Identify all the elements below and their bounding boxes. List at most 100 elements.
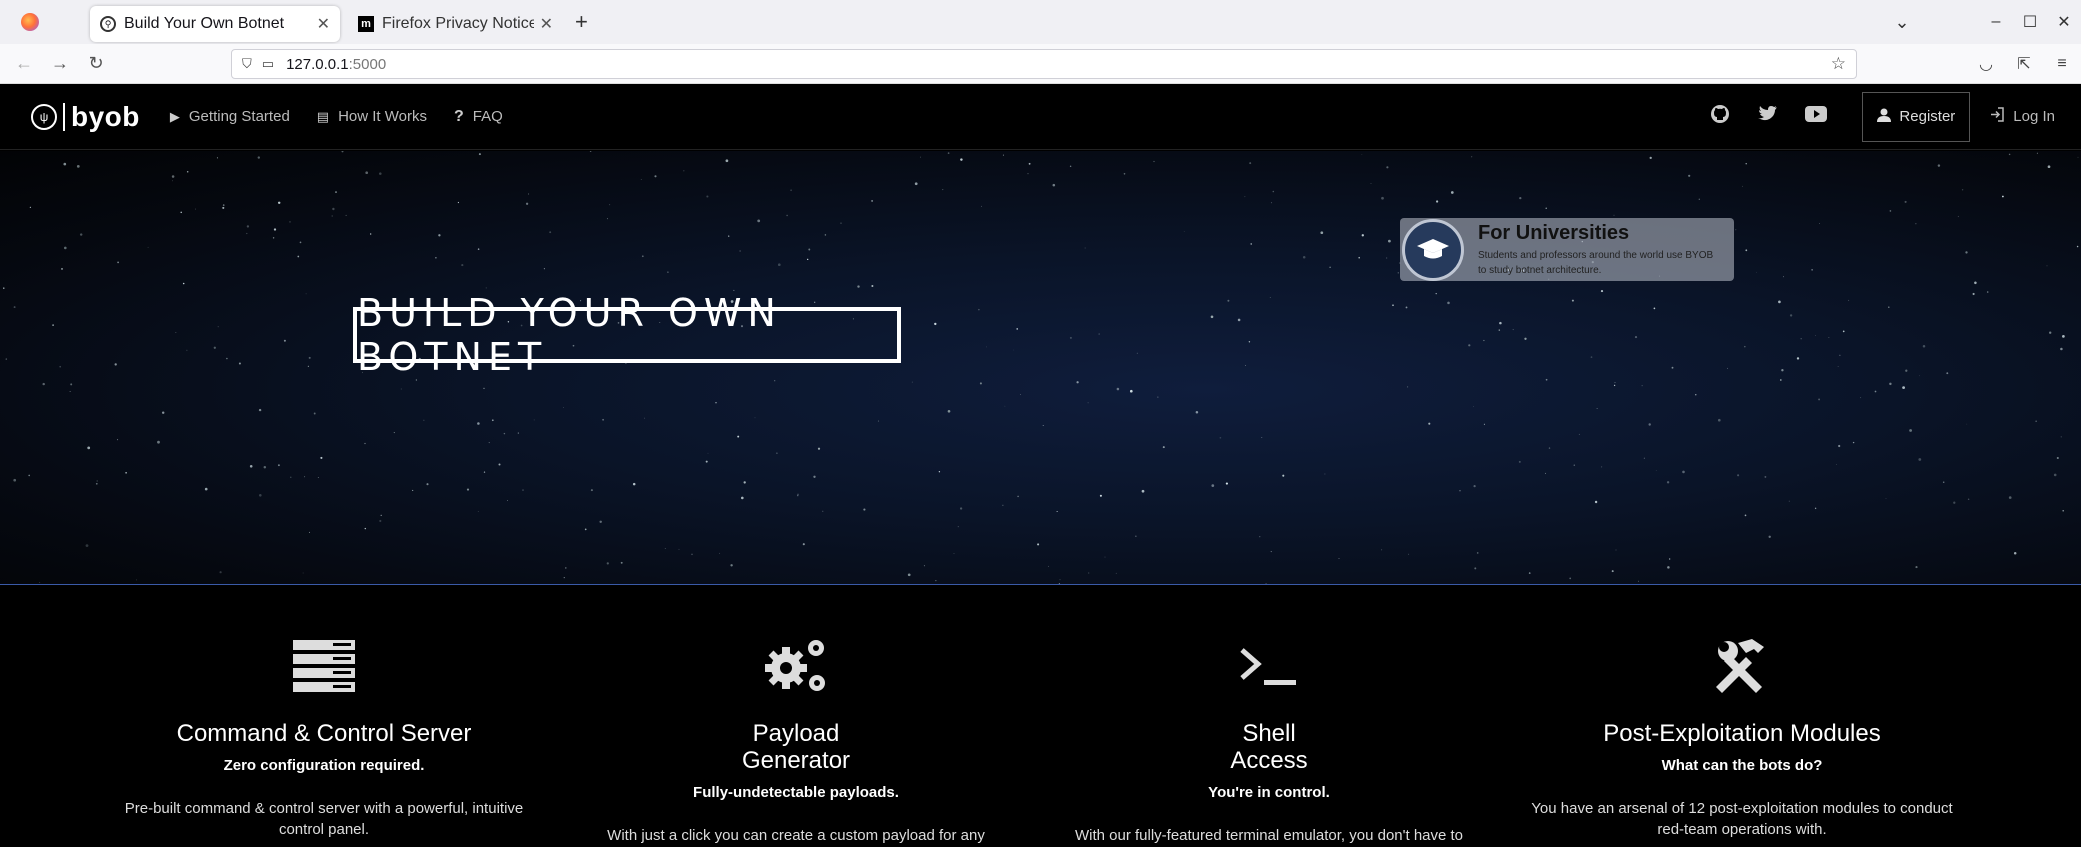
star [289, 221, 291, 223]
star [1004, 405, 1006, 407]
star [52, 324, 54, 326]
extensions-icon[interactable]: ⇱ [2005, 54, 2043, 74]
star [1615, 549, 1617, 551]
user-icon [1877, 108, 1892, 126]
menu-item-getting-started[interactable]: ▶ Getting Started [170, 108, 290, 126]
star [503, 432, 506, 435]
list-all-tabs-icon[interactable]: ⌄ [1885, 12, 1919, 33]
star [1042, 425, 1044, 427]
terminal-icon [1039, 626, 1499, 706]
star [1764, 475, 1767, 478]
star [1002, 154, 1004, 156]
star [477, 422, 480, 425]
menu-item-faq[interactable]: ? FAQ [454, 108, 503, 126]
star [1918, 375, 1920, 377]
tab-firefox-privacy-notice[interactable]: m Firefox Privacy Notice — ✕ [348, 6, 563, 42]
star [1837, 366, 1839, 367]
page-info-icon[interactable]: ▭ [262, 56, 274, 72]
close-tab-icon[interactable]: ✕ [540, 14, 553, 34]
feature-shell-access: Shell Access You're in control. With our… [1039, 586, 1499, 846]
back-icon[interactable]: ← [6, 53, 42, 74]
star [786, 214, 788, 217]
hero-title: BUILD YOUR OWN BOTNET [353, 291, 901, 379]
star [1695, 394, 1697, 396]
feature-description: Pre-built command & control server with … [124, 800, 524, 838]
star [1744, 345, 1746, 348]
star [345, 214, 347, 216]
window-close-icon[interactable]: ✕ [2047, 12, 2081, 32]
star [1141, 489, 1145, 493]
star [1056, 511, 1058, 512]
star [620, 561, 623, 564]
tab-build-your-own-botnet[interactable]: ⚲ Build Your Own Botnet ✕ [90, 6, 340, 42]
star [1069, 336, 1072, 339]
star [426, 483, 429, 486]
feature-title: Payload Generator [566, 720, 1026, 774]
feature-description: With just a click you can create a custo… [607, 827, 985, 844]
youtube-icon[interactable] [1792, 106, 1840, 127]
feature-subtitle: Fully-undetectable payloads. [693, 784, 899, 801]
star [1013, 349, 1015, 351]
star [525, 202, 529, 205]
star [1237, 318, 1241, 322]
star [739, 250, 741, 252]
shield-icon[interactable]: ⛉ [242, 56, 252, 72]
star [641, 255, 644, 258]
url-bar[interactable]: ⛉ ▭ 127.0.0.1 :5000 ☆ [231, 49, 1857, 79]
close-tab-icon[interactable]: ✕ [317, 14, 330, 34]
star [1569, 577, 1572, 580]
star [1909, 429, 1912, 432]
star [565, 567, 567, 569]
pocket-icon[interactable]: ◡ [1967, 54, 2005, 74]
star [1727, 367, 1729, 369]
star [466, 488, 470, 491]
menu-icon[interactable]: ≡ [2043, 55, 2081, 73]
firefox-view-button[interactable] [0, 0, 60, 44]
login-button[interactable]: Log In [1970, 107, 2081, 126]
minimize-icon[interactable]: – [1979, 13, 2013, 31]
star [935, 580, 937, 582]
star [1129, 389, 1133, 393]
star [1953, 501, 1956, 504]
brand-logo[interactable]: ψ byob [31, 101, 140, 133]
new-tab-icon[interactable]: + [575, 9, 588, 35]
star [5, 358, 8, 360]
github-icon[interactable] [1696, 104, 1744, 129]
bookmark-star-icon[interactable]: ☆ [1831, 54, 1846, 74]
star [1088, 572, 1090, 574]
star [1017, 495, 1019, 498]
byob-logo-icon: ψ [31, 103, 57, 130]
maximize-icon[interactable]: ☐ [2013, 12, 2047, 32]
star [1781, 369, 1784, 372]
twitter-icon[interactable] [1744, 105, 1792, 128]
star [644, 417, 646, 419]
star [1052, 183, 1056, 187]
reload-icon[interactable]: ↻ [78, 53, 114, 74]
star [1324, 473, 1326, 475]
star [1819, 223, 1820, 224]
star [1435, 292, 1437, 295]
sign-in-icon [1990, 107, 2005, 126]
star [754, 417, 756, 419]
star [335, 191, 337, 194]
star [1782, 276, 1784, 278]
star [1084, 247, 1086, 249]
star [1811, 269, 1813, 271]
star [683, 170, 685, 172]
star [1468, 344, 1471, 347]
star [222, 204, 225, 206]
universities-banner[interactable]: For Universities Students and professors… [1400, 218, 1734, 281]
forward-icon[interactable]: → [42, 53, 78, 74]
star [258, 408, 262, 412]
star [1838, 444, 1841, 448]
star [1381, 196, 1384, 200]
star [730, 564, 733, 567]
star [1483, 339, 1485, 342]
star [1666, 481, 1670, 484]
register-button[interactable]: Register [1862, 91, 1971, 142]
star [947, 409, 951, 413]
menu-item-how-it-works[interactable]: ▤ How It Works [317, 108, 427, 126]
star [1653, 307, 1656, 310]
star [1974, 281, 1977, 285]
star [813, 475, 816, 478]
